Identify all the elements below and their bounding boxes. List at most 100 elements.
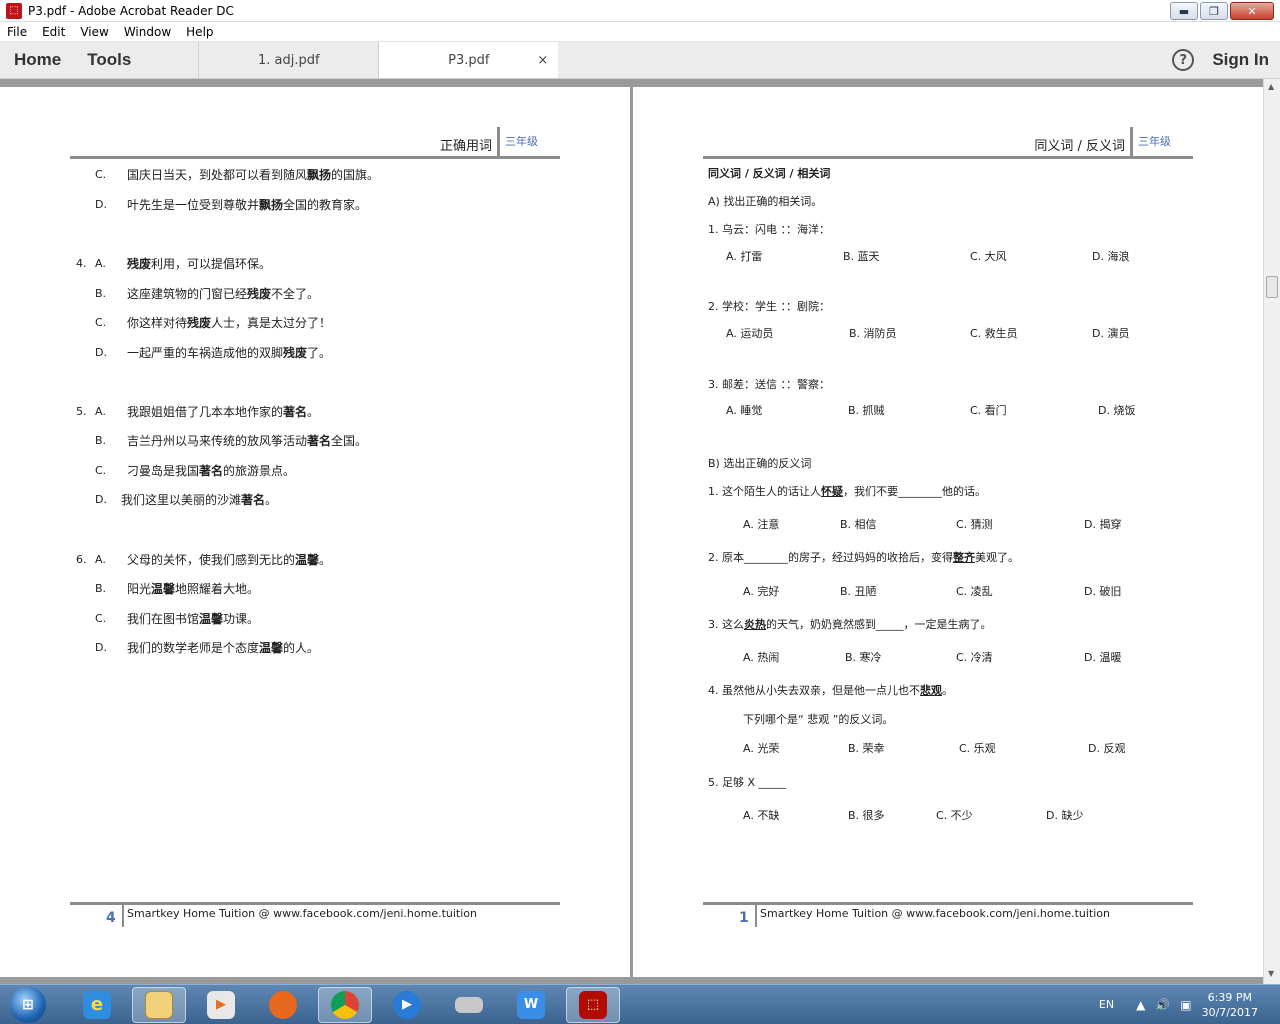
- option: A. 运动员: [726, 327, 774, 340]
- start-button[interactable]: ⊞: [10, 986, 46, 1023]
- option: C. 救生员: [970, 327, 1018, 340]
- home-link[interactable]: Home: [0, 42, 73, 78]
- tray-expand-icon[interactable]: ▲: [1136, 998, 1145, 1012]
- menu-help[interactable]: Help: [179, 25, 221, 39]
- option-label: D.: [95, 198, 107, 211]
- question-number: 5.: [76, 405, 87, 418]
- page-header: 正确用词 三年级: [70, 127, 560, 159]
- taskbar-explorer[interactable]: [132, 986, 186, 1023]
- question-subtext: 下列哪个是“ 悲观 ”的反义词。: [743, 713, 894, 726]
- option-label: A.: [95, 553, 106, 566]
- clock[interactable]: 6:39 PM 30/7/2017: [1202, 990, 1258, 1020]
- speaker-icon[interactable]: 🔊: [1155, 998, 1170, 1012]
- option-text: 叶先生是一位受到尊敬并飘扬全国的教育家。: [127, 198, 368, 212]
- title-bar: ⬚ P3.pdf - Adobe Acrobat Reader DC ▬ ❐ ✕: [0, 0, 1280, 22]
- tab-p3-pdf[interactable]: P3.pdf ×: [378, 42, 559, 78]
- scanner-icon: [455, 996, 483, 1013]
- media-player-icon: ▶: [207, 990, 235, 1019]
- menu-window[interactable]: Window: [117, 25, 179, 39]
- maximize-button[interactable]: ❐: [1200, 2, 1228, 20]
- option: A. 注意: [743, 518, 780, 531]
- page-header-title: 同义词 / 反义词: [1034, 139, 1125, 154]
- acrobat-app-icon: ⬚: [6, 2, 22, 19]
- question-text: 4. 虽然他从小失去双亲，但是他一点儿也不悲观。: [708, 684, 953, 697]
- scroll-up-icon[interactable]: ▲: [1268, 82, 1274, 91]
- menu-bar: File Edit View Window Help: [0, 22, 1280, 42]
- internet-explorer-icon: e: [83, 990, 111, 1019]
- option: C. 冷清: [956, 651, 993, 664]
- option-text: 国庆日当天，到处都可以看到随风飘扬的国旗。: [127, 168, 380, 182]
- wps-writer-icon: W: [517, 990, 545, 1019]
- question-text: 3. 邮差：送信 ：：警察：: [708, 378, 830, 391]
- window-controls: ▬ ❐ ✕: [1168, 2, 1274, 20]
- option: A. 打雷: [726, 250, 763, 263]
- taskbar-acrobat[interactable]: ⬚: [566, 986, 620, 1023]
- option: B. 抓贼: [848, 404, 885, 417]
- tab-bar: Home Tools 1. adj.pdf P3.pdf × ? Sign In: [0, 42, 1280, 79]
- menu-view[interactable]: View: [73, 25, 116, 39]
- system-tray: EN ▲ 🔊 ▣ 6:39 PM 30/7/2017: [1099, 990, 1280, 1020]
- option-text: 我们这里以美丽的沙滩著名。: [121, 493, 278, 507]
- scroll-thumb[interactable]: [1266, 276, 1278, 298]
- page-header: 同义词 / 反义词 三年级: [703, 127, 1193, 159]
- menu-edit[interactable]: Edit: [35, 25, 73, 39]
- option-label: D.: [95, 346, 107, 359]
- taskbar-scanner[interactable]: [442, 987, 496, 1023]
- option: B. 蓝天: [843, 250, 880, 263]
- question-number: 6.: [76, 553, 87, 566]
- taskbar-wps[interactable]: W: [504, 987, 558, 1023]
- vertical-scrollbar[interactable]: ▲ ▼: [1263, 79, 1280, 984]
- tab-bar-right: ? Sign In: [1172, 42, 1280, 78]
- option: C. 凌乱: [956, 585, 993, 598]
- option: A. 热闹: [743, 651, 780, 664]
- question-text: 1. 这个陌生人的话让人怀疑，我们不要________他的话。: [708, 485, 986, 498]
- option: C. 猜测: [956, 518, 993, 531]
- option-text: 阳光温馨地照耀着大地。: [127, 582, 260, 596]
- language-indicator[interactable]: EN: [1099, 998, 1114, 1011]
- taskbar-chrome[interactable]: [318, 986, 372, 1023]
- taskbar-player[interactable]: ▶: [380, 987, 434, 1023]
- grade-label: 三年级: [505, 135, 538, 148]
- option-text: 父母的关怀，使我们感到无比的温馨。: [127, 553, 332, 567]
- network-icon[interactable]: ▣: [1180, 998, 1191, 1012]
- option: B. 消防员: [849, 327, 897, 340]
- option: C. 不少: [936, 809, 973, 822]
- sign-in-button[interactable]: Sign In: [1212, 50, 1269, 70]
- menu-file[interactable]: File: [0, 25, 35, 39]
- grade-label: 三年级: [1138, 135, 1171, 148]
- option-label: D.: [95, 641, 107, 654]
- taskbar-ie[interactable]: e: [70, 987, 124, 1023]
- option-label: B.: [95, 434, 107, 447]
- minimize-button[interactable]: ▬: [1170, 2, 1198, 20]
- option: A. 睡觉: [726, 404, 763, 417]
- option-text: 刁曼岛是我国著名的旅游景点。: [127, 464, 296, 478]
- option: A. 不缺: [743, 809, 780, 822]
- page-number: 4: [106, 910, 116, 926]
- tab-close-icon[interactable]: ×: [537, 53, 548, 68]
- option: D. 温暖: [1084, 651, 1122, 664]
- footer-text: Smartkey Home Tuition @ www.facebook.com…: [760, 907, 1111, 920]
- taskbar-media-center[interactable]: ▶: [194, 987, 248, 1023]
- page-header-title: 正确用词: [439, 139, 492, 154]
- option: B. 很多: [848, 809, 885, 822]
- question-text: 2. 原本________的房子，经过妈妈的收拾后，变得整齐美观了。: [708, 551, 1019, 564]
- scroll-down-icon[interactable]: ▼: [1268, 969, 1274, 978]
- option: A. 完好: [743, 585, 780, 598]
- option: B. 丑陋: [840, 585, 877, 598]
- tab-adj-pdf[interactable]: 1. adj.pdf: [198, 42, 378, 78]
- option: D. 海浪: [1092, 250, 1130, 263]
- close-button[interactable]: ✕: [1230, 2, 1274, 20]
- taskbar-firefox[interactable]: [256, 987, 310, 1023]
- document-viewport[interactable]: 正确用词 三年级 C. 国庆日当天，到处都可以看到随风飘扬的国旗。 D. 叶先生…: [0, 79, 1280, 984]
- tools-link[interactable]: Tools: [73, 42, 143, 78]
- page-footer: 1 Smartkey Home Tuition @ www.facebook.c…: [703, 902, 1193, 932]
- header-divider: [497, 127, 500, 157]
- help-icon[interactable]: ?: [1172, 49, 1195, 71]
- option-text: 残废利用，可以提倡环保。: [127, 257, 272, 271]
- option-text: 我们的数学老师是个态度温馨的人。: [127, 641, 320, 655]
- section-b-heading: B) 选出正确的反义词: [708, 457, 812, 470]
- play-icon: ▶: [393, 990, 421, 1019]
- option-text: 我们在图书馆温馨功课。: [127, 612, 260, 626]
- option-label: D.: [95, 493, 107, 506]
- clock-date: 30/7/2017: [1201, 1005, 1258, 1019]
